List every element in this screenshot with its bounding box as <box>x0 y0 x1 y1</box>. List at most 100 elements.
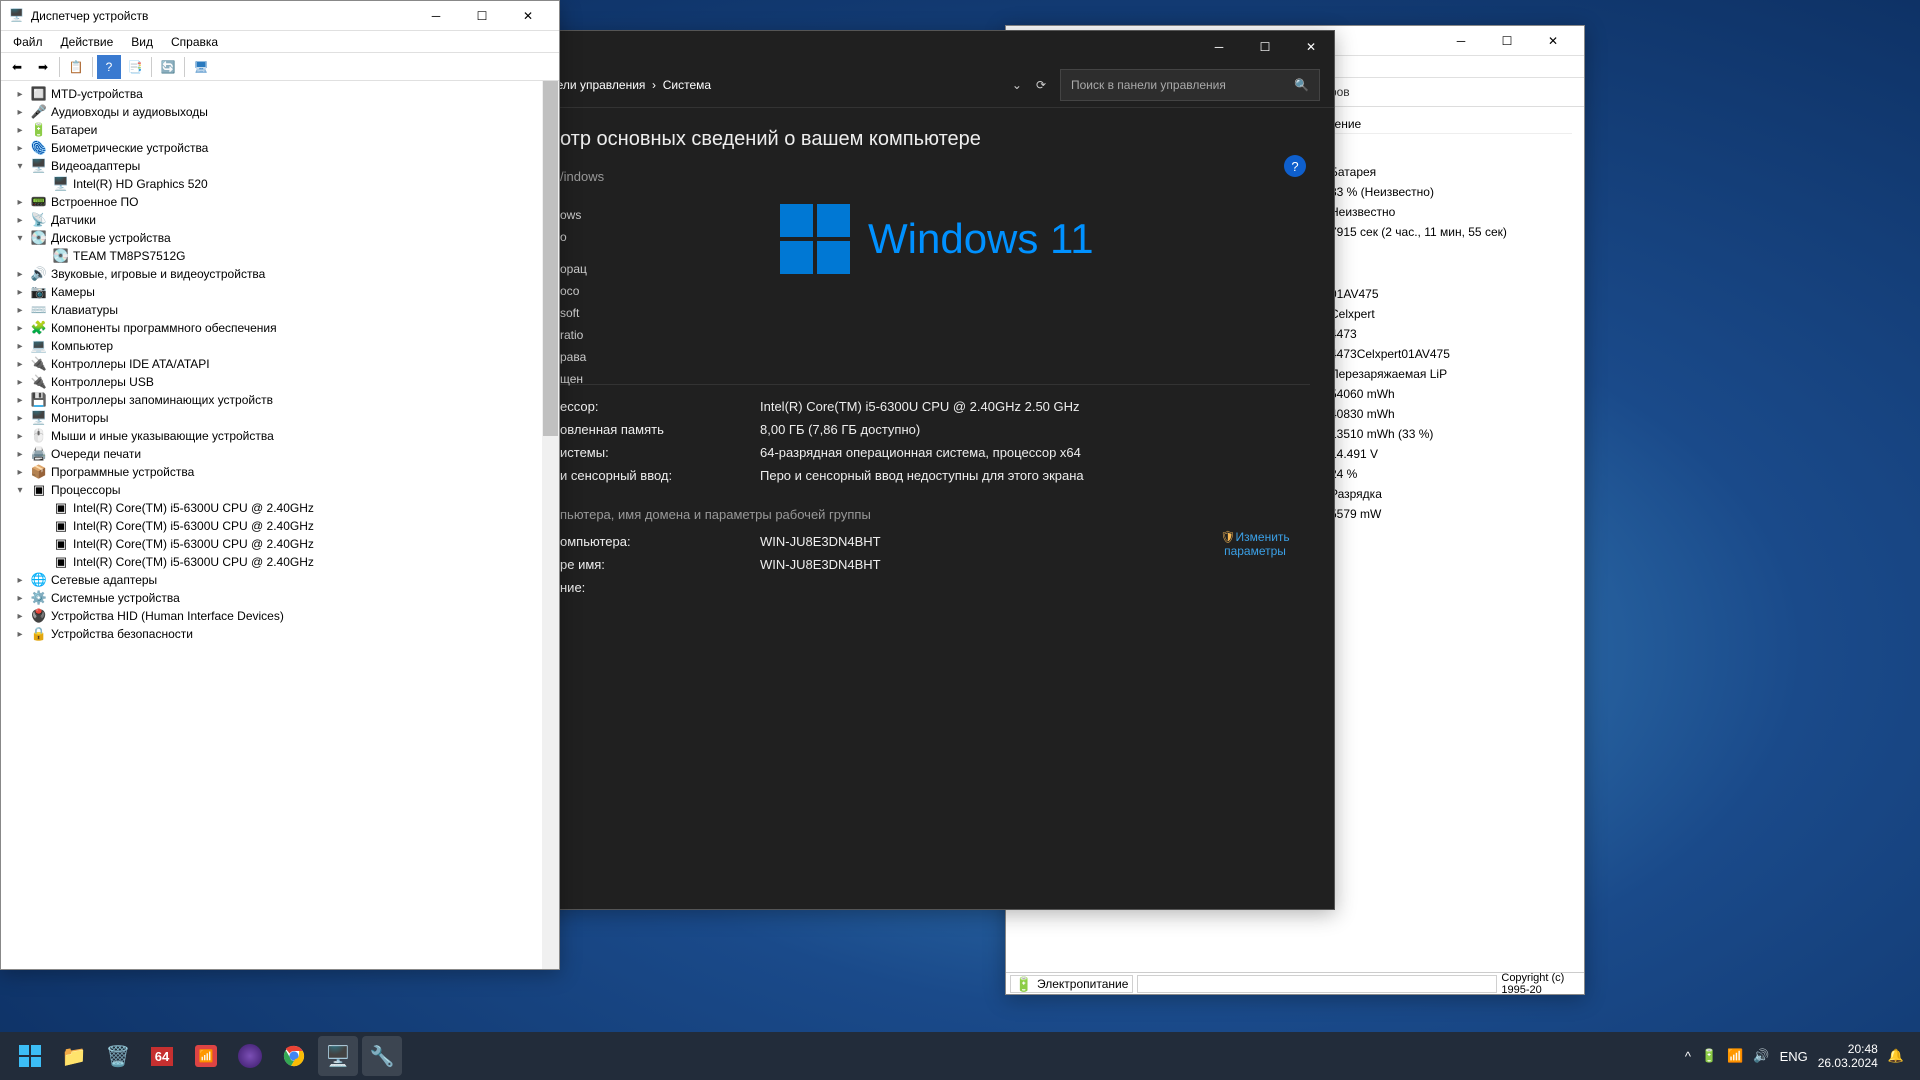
menu-действие[interactable]: Действие <box>53 33 122 51</box>
expand-icon[interactable]: ▸ <box>13 411 27 425</box>
expand-icon[interactable]: ▸ <box>13 87 27 101</box>
properties-button[interactable]: 📑 <box>123 55 147 79</box>
device-tree[interactable]: ▸🔲MTD-устройства▸🎤Аудиовходы и аудиовыхо… <box>1 81 559 969</box>
tree-item[interactable]: ▸🔌Контроллеры USB <box>5 373 555 391</box>
expand-icon[interactable]: ▸ <box>13 393 27 407</box>
tor-browser-icon[interactable] <box>230 1036 270 1076</box>
tree-item[interactable]: ▸🖥️Мониторы <box>5 409 555 427</box>
maximize-button[interactable]: ☐ <box>459 1 505 31</box>
tree-item[interactable]: ▸📟Встроенное ПО <box>5 193 555 211</box>
notifications-icon[interactable]: 🔔 <box>1888 1048 1904 1064</box>
expand-icon[interactable]: ▾ <box>13 159 27 173</box>
expand-icon[interactable]: ▸ <box>13 285 27 299</box>
explorer-icon[interactable]: 📁 <box>54 1036 94 1076</box>
expand-icon[interactable]: ▾ <box>13 483 27 497</box>
tree-item[interactable]: ▸🔋Батареи <box>5 121 555 139</box>
tree-item[interactable]: ▸🧩Компоненты программного обеспечения <box>5 319 555 337</box>
clock[interactable]: 20:48 26.03.2024 <box>1818 1042 1878 1070</box>
menu-справка[interactable]: Справка <box>163 33 226 51</box>
expand-icon[interactable]: ▸ <box>13 213 27 227</box>
tree-item[interactable]: ▸🖨️Очереди печати <box>5 445 555 463</box>
devmgr-titlebar[interactable]: 🖥️ Диспетчер устройств ─ ☐ ✕ <box>1 1 559 31</box>
wifi-app-icon[interactable]: 📶 <box>186 1036 226 1076</box>
refresh-icon[interactable]: ⟳ <box>1036 78 1046 92</box>
maximize-button[interactable]: ☐ <box>1484 26 1530 56</box>
tree-item[interactable]: ▣Intel(R) Core(TM) i5-6300U CPU @ 2.40GH… <box>5 553 555 571</box>
expand-icon[interactable]: ▸ <box>13 465 27 479</box>
scrollbar[interactable] <box>542 81 559 969</box>
wifi-icon[interactable]: 📶 <box>1727 1048 1743 1064</box>
tree-item[interactable]: 💽TEAM TM8PS7512G <box>5 247 555 265</box>
expand-icon[interactable]: ▸ <box>13 195 27 209</box>
tree-item[interactable]: ▸🔌Контроллеры IDE ATA/ATAPI <box>5 355 555 373</box>
back-button[interactable]: ⬅ <box>5 55 29 79</box>
chrome-icon[interactable] <box>274 1036 314 1076</box>
tree-item[interactable]: ▸🔲MTD-устройства <box>5 85 555 103</box>
expand-icon[interactable]: ▸ <box>13 591 27 605</box>
minimize-button[interactable]: ─ <box>1196 32 1242 62</box>
expand-icon[interactable]: ▾ <box>13 231 27 245</box>
volume-icon[interactable]: 🔊 <box>1753 1048 1769 1064</box>
recycle-bin-icon[interactable]: 🗑️ <box>98 1036 138 1076</box>
menu-файл[interactable]: Файл <box>5 33 51 51</box>
tree-item[interactable]: ▸🖲️Устройства HID (Human Interface Devic… <box>5 607 555 625</box>
expand-icon[interactable]: ▸ <box>13 429 27 443</box>
minimize-button[interactable]: ─ <box>1438 26 1484 56</box>
tree-item[interactable]: ▸💻Компьютер <box>5 337 555 355</box>
tree-item[interactable]: ▸🎤Аудиовходы и аудиовыходы <box>5 103 555 121</box>
expand-icon[interactable]: ▸ <box>13 123 27 137</box>
tree-item[interactable]: ▸🔊Звуковые, игровые и видеоустройства <box>5 265 555 283</box>
taskbar[interactable]: 📁 🗑️ 64 📶 🖥️ 🔧 ^ 🔋 📶 🔊 ENG 20:48 26.03.2… <box>0 1032 1920 1080</box>
help-button[interactable]: ? <box>97 55 121 79</box>
tree-item[interactable]: ▸🔒Устройства безопасности <box>5 625 555 643</box>
expand-icon[interactable]: ▸ <box>13 375 27 389</box>
expand-icon[interactable]: ▸ <box>13 573 27 587</box>
tree-item[interactable]: ▾💽Дисковые устройства <box>5 229 555 247</box>
control-panel-task-icon[interactable]: 🔧 <box>362 1036 402 1076</box>
start-button[interactable] <box>10 1036 50 1076</box>
expand-icon[interactable]: ▸ <box>13 267 27 281</box>
close-button[interactable]: ✕ <box>505 1 551 31</box>
expand-icon[interactable]: ▸ <box>13 609 27 623</box>
tree-item[interactable]: ▸💾Контроллеры запоминающих устройств <box>5 391 555 409</box>
tree-item[interactable]: ▣Intel(R) Core(TM) i5-6300U CPU @ 2.40GH… <box>5 499 555 517</box>
maximize-button[interactable]: ☐ <box>1242 32 1288 62</box>
language-indicator[interactable]: ENG <box>1780 1049 1808 1064</box>
expand-icon[interactable]: ▸ <box>13 141 27 155</box>
expand-icon[interactable]: ▸ <box>13 321 27 335</box>
tree-item[interactable]: ▸📦Программные устройства <box>5 463 555 481</box>
expand-icon[interactable]: ▸ <box>13 357 27 371</box>
chevron-down-icon[interactable]: ⌄ <box>1012 78 1022 92</box>
search-input[interactable]: Поиск в панели управления 🔍 <box>1060 69 1320 101</box>
close-button[interactable]: ✕ <box>1288 32 1334 62</box>
tree-item[interactable]: ▣Intel(R) Core(TM) i5-6300U CPU @ 2.40GH… <box>5 535 555 553</box>
tray-chevron-icon[interactable]: ^ <box>1685 1049 1691 1064</box>
minimize-button[interactable]: ─ <box>413 1 459 31</box>
expand-icon[interactable]: ▸ <box>13 105 27 119</box>
tree-item[interactable]: ▸⚙️Системные устройства <box>5 589 555 607</box>
tree-item[interactable]: ▸⌨️Клавиатуры <box>5 301 555 319</box>
tree-item[interactable]: ▸📷Камеры <box>5 283 555 301</box>
help-icon[interactable]: ? <box>1284 155 1306 177</box>
system-titlebar[interactable]: ─ ☐ ✕ <box>536 31 1334 63</box>
show-hidden-button[interactable]: 📋 <box>64 55 88 79</box>
expand-icon[interactable]: ▸ <box>13 339 27 353</box>
tree-item[interactable]: ▾▣Процессоры <box>5 481 555 499</box>
change-settings-link[interactable]: 🛡Изменить параметры <box>1200 530 1310 599</box>
devmgr-task-icon[interactable]: 🖥️ <box>318 1036 358 1076</box>
breadcrumb[interactable]: нели управления › Система <box>550 78 711 92</box>
tree-item[interactable]: ▾🖥️Видеоадаптеры <box>5 157 555 175</box>
tree-item[interactable]: ▸🖱️Мыши и иные указывающие устройства <box>5 427 555 445</box>
update-button[interactable]: 🔄 <box>156 55 180 79</box>
expand-icon[interactable]: ▸ <box>13 447 27 461</box>
aida64-icon[interactable]: 64 <box>142 1036 182 1076</box>
tree-item[interactable]: ▸🫆Биометрические устройства <box>5 139 555 157</box>
forward-button[interactable]: ➡ <box>31 55 55 79</box>
tree-item[interactable]: ▸📡Датчики <box>5 211 555 229</box>
battery-icon[interactable]: 🔋 <box>1701 1048 1717 1064</box>
tree-item[interactable]: 🖥️Intel(R) HD Graphics 520 <box>5 175 555 193</box>
scan-button[interactable]: 🖥 <box>189 55 213 79</box>
tree-item[interactable]: ▣Intel(R) Core(TM) i5-6300U CPU @ 2.40GH… <box>5 517 555 535</box>
close-button[interactable]: ✕ <box>1530 26 1576 56</box>
expand-icon[interactable]: ▸ <box>13 627 27 641</box>
